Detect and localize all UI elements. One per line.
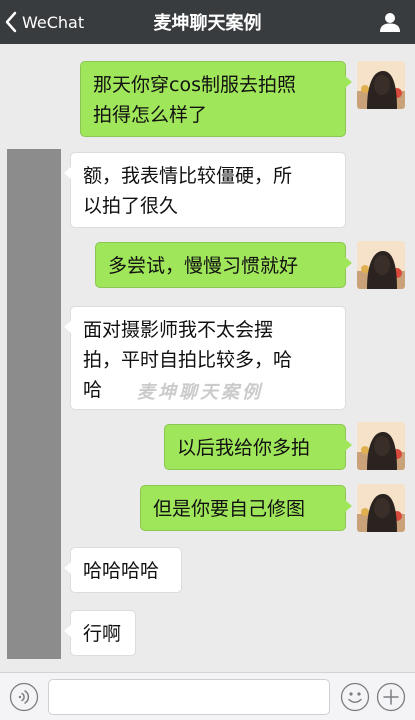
message-line: 拍，平时自拍比较多，哈	[83, 349, 293, 371]
message-line: 多尝试，慢慢习惯就好	[108, 255, 299, 277]
input-bar	[0, 672, 415, 720]
message-line: 那天你穿cos制服去拍照	[93, 74, 296, 96]
message-bubble-outgoing[interactable]: 多尝试，慢慢习惯就好	[95, 242, 352, 288]
avatar-placeholder	[7, 149, 61, 659]
message-line: 但是你要自己修图	[153, 498, 306, 520]
message-line: 面对摄影师我不太会摆	[83, 319, 274, 341]
message-line: 以拍了很久	[83, 195, 179, 217]
message-line: 额，我表情比较僵硬，所	[83, 165, 293, 187]
message-bubble-incoming[interactable]: 额，我表情比较僵硬，所 以拍了很久	[64, 152, 346, 228]
navigation-bar: WeChat 麦坤聊天案例	[0, 0, 415, 44]
message-bubble-outgoing[interactable]: 那天你穿cos制服去拍照 拍得怎么样了	[80, 61, 352, 137]
watermark: 麦坤聊天案例	[137, 382, 263, 403]
chat-title: 麦坤聊天案例	[153, 13, 262, 34]
plus-circle-icon[interactable]	[376, 682, 406, 712]
avatar[interactable]	[357, 422, 405, 470]
message-bubble-incoming[interactable]: 行啊	[64, 610, 136, 656]
avatar[interactable]	[357, 61, 405, 109]
smiley-icon[interactable]	[340, 682, 370, 712]
message-bubble-outgoing[interactable]: 但是你要自己修图	[140, 485, 352, 531]
chat-area[interactable]: 那天你穿cos制服去拍照 拍得怎么样了 额，我表情比较僵硬，所 以拍了很久 多尝…	[0, 44, 415, 672]
person-icon[interactable]	[379, 11, 401, 33]
avatar[interactable]	[357, 241, 405, 289]
message-line: 哈哈哈哈	[83, 560, 160, 582]
message-input[interactable]	[48, 679, 330, 715]
message-line: 行啊	[83, 623, 122, 645]
message-bubble-incoming[interactable]: 哈哈哈哈	[64, 547, 182, 593]
message-line: 拍得怎么样了	[93, 104, 208, 126]
message-line: 以后我给你多拍	[177, 437, 311, 459]
message-bubble-outgoing[interactable]: 以后我给你多拍	[164, 424, 352, 470]
voice-icon[interactable]	[9, 682, 39, 712]
avatar[interactable]	[357, 484, 405, 532]
